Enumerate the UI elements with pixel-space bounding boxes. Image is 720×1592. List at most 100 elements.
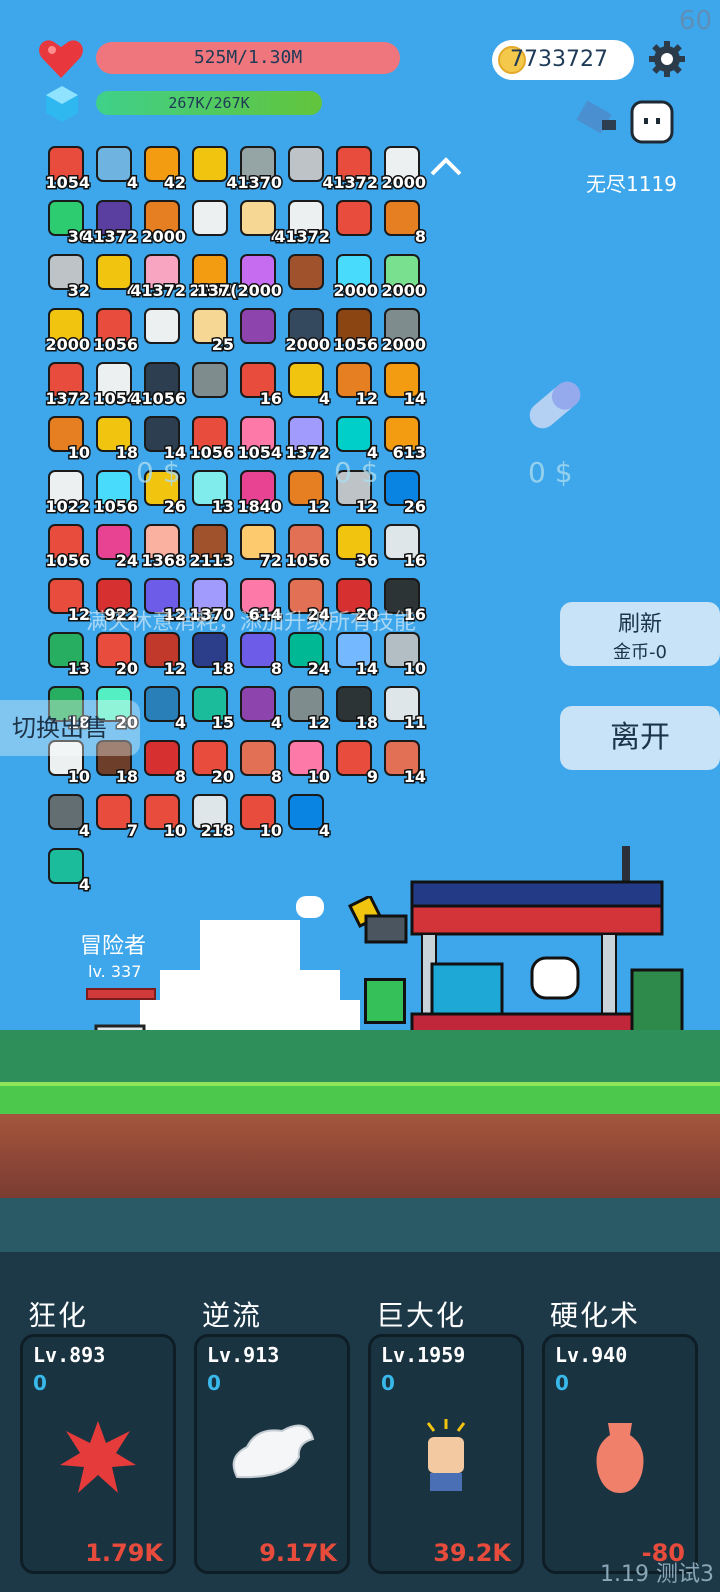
inventory-item[interactable]: 1840: [232, 466, 283, 518]
item-count: 10: [258, 820, 283, 842]
inventory-item[interactable]: 2000: [376, 142, 427, 194]
leave-button[interactable]: 离开: [560, 706, 720, 770]
switch-sell-button[interactable]: 切换出售: [0, 700, 140, 756]
skill-name: 逆流: [202, 1299, 263, 1332]
inventory-item[interactable]: 15: [184, 682, 236, 734]
inventory-item[interactable]: 13: [184, 466, 236, 518]
inventory-item[interactable]: 2113: [184, 520, 235, 572]
inventory-item[interactable]: 13: [40, 628, 92, 680]
inventory-item[interactable]: 16: [232, 358, 284, 410]
inventory-item[interactable]: [184, 196, 230, 246]
inventory-item[interactable]: 24: [88, 520, 140, 572]
inventory-item[interactable]: 137(2000: [195, 250, 284, 302]
inventory-item[interactable]: 4: [280, 790, 332, 842]
inventory-item[interactable]: 30: [40, 196, 92, 248]
inventory-item[interactable]: 10: [40, 412, 92, 464]
item-count: 15: [210, 712, 235, 734]
inventory-item[interactable]: 14: [376, 736, 428, 788]
inventory-item[interactable]: 41372: [321, 142, 379, 194]
inventory-item[interactable]: [232, 304, 278, 354]
inventory-item[interactable]: 4: [232, 196, 284, 248]
inventory-item[interactable]: 10: [280, 736, 332, 788]
inventory-item[interactable]: 25: [184, 304, 236, 356]
inventory-item[interactable]: 2000: [328, 250, 379, 302]
inventory-item[interactable]: 8: [232, 736, 284, 788]
inventory-item[interactable]: 1056: [328, 304, 379, 356]
inventory-item[interactable]: 20: [184, 736, 236, 788]
inventory-item[interactable]: 18: [328, 682, 380, 734]
inventory-item[interactable]: 4: [280, 358, 332, 410]
inventory-item[interactable]: 4: [88, 142, 140, 194]
item-count: 26: [162, 496, 187, 518]
inventory-item[interactable]: 1022: [40, 466, 91, 518]
inventory-item[interactable]: 2000: [376, 250, 427, 302]
gear-icon[interactable]: [648, 40, 686, 78]
skill-card[interactable]: Lv.940 0 -80: [542, 1334, 698, 1574]
inventory-item[interactable]: 10: [136, 790, 188, 842]
inventory-item[interactable]: 4: [136, 682, 188, 734]
inventory-item[interactable]: 4: [232, 682, 284, 734]
inventory-item[interactable]: 1054: [88, 358, 139, 410]
inventory-item[interactable]: 10: [232, 790, 284, 842]
inventory-item[interactable]: 2000: [280, 304, 331, 356]
inventory-item[interactable]: 41372: [81, 196, 139, 248]
inventory-item[interactable]: 7: [88, 790, 140, 842]
inventory-item[interactable]: 9: [328, 736, 380, 788]
skill-level: Lv.893: [33, 1343, 106, 1367]
ghost-icon[interactable]: [630, 100, 674, 144]
inventory-item[interactable]: 72: [232, 520, 284, 572]
chevron-up-icon[interactable]: [428, 150, 464, 180]
inventory-item[interactable]: 14: [136, 412, 188, 464]
inventory-item[interactable]: 1056: [40, 520, 91, 572]
inventory-item[interactable]: 12: [280, 682, 332, 734]
inventory-item[interactable]: 41370: [225, 142, 283, 194]
inventory-item[interactable]: 42: [136, 142, 188, 194]
inventory-item[interactable]: 12: [280, 466, 332, 518]
inventory-item[interactable]: 2000: [40, 304, 91, 356]
inventory-item[interactable]: 11: [376, 682, 428, 734]
inventory-item[interactable]: 1056: [88, 304, 139, 356]
inventory-item[interactable]: [280, 250, 326, 300]
inventory-item[interactable]: 12: [40, 574, 92, 626]
inventory-item[interactable]: 2000: [376, 304, 427, 356]
inventory-item[interactable]: 1056: [184, 412, 235, 464]
inventory-item[interactable]: [184, 358, 230, 408]
inventory-item[interactable]: 4: [328, 412, 380, 464]
inventory-item[interactable]: 4: [40, 844, 92, 896]
inventory-item[interactable]: 1054: [232, 412, 283, 464]
inventory-item[interactable]: [184, 142, 230, 192]
skill-card[interactable]: Lv.1959 0 39.2K: [368, 1334, 524, 1574]
inventory-item[interactable]: 1368: [136, 520, 187, 572]
inventory-item[interactable]: 613: [376, 412, 428, 464]
inventory-item[interactable]: 1372: [280, 412, 331, 464]
inventory-item[interactable]: 4: [40, 790, 92, 842]
inventory-item[interactable]: 1056: [280, 520, 331, 572]
refresh-button[interactable]: 刷新 金币-0: [560, 602, 720, 666]
sword-flag-icon[interactable]: [574, 98, 622, 140]
pill-icon[interactable]: [520, 370, 590, 440]
inventory-item[interactable]: 218: [184, 790, 236, 842]
skill-card[interactable]: Lv.913 0 9.17K: [194, 1334, 350, 1574]
inventory-item[interactable]: 18: [88, 412, 140, 464]
inventory-item[interactable]: 32: [40, 250, 92, 302]
inventory-item[interactable]: [136, 304, 182, 354]
inventory-item[interactable]: 41056: [129, 358, 187, 410]
inventory-item[interactable]: 12: [328, 358, 380, 410]
inventory-item[interactable]: 1054: [40, 142, 91, 194]
inventory-item[interactable]: 1372: [40, 358, 91, 410]
inventory-item[interactable]: 16: [376, 520, 428, 572]
inventory-item[interactable]: 26: [376, 466, 428, 518]
inventory-item[interactable]: 1056: [88, 466, 139, 518]
inventory-item[interactable]: 8: [376, 196, 428, 248]
skill-card[interactable]: Lv.893 0 1.79K: [20, 1334, 176, 1574]
inventory-item[interactable]: 8: [136, 736, 188, 788]
inventory-item[interactable]: 2000: [136, 196, 187, 248]
inventory-item[interactable]: 36: [328, 520, 380, 572]
inventory-item[interactable]: 14: [376, 358, 428, 410]
inventory-item[interactable]: 41372: [129, 250, 187, 302]
inventory-item[interactable]: [280, 142, 326, 192]
inventory-item[interactable]: 4: [88, 250, 140, 302]
inventory-item[interactable]: 41372: [273, 196, 331, 248]
inventory-item[interactable]: [328, 196, 374, 246]
grass: [0, 1082, 720, 1118]
